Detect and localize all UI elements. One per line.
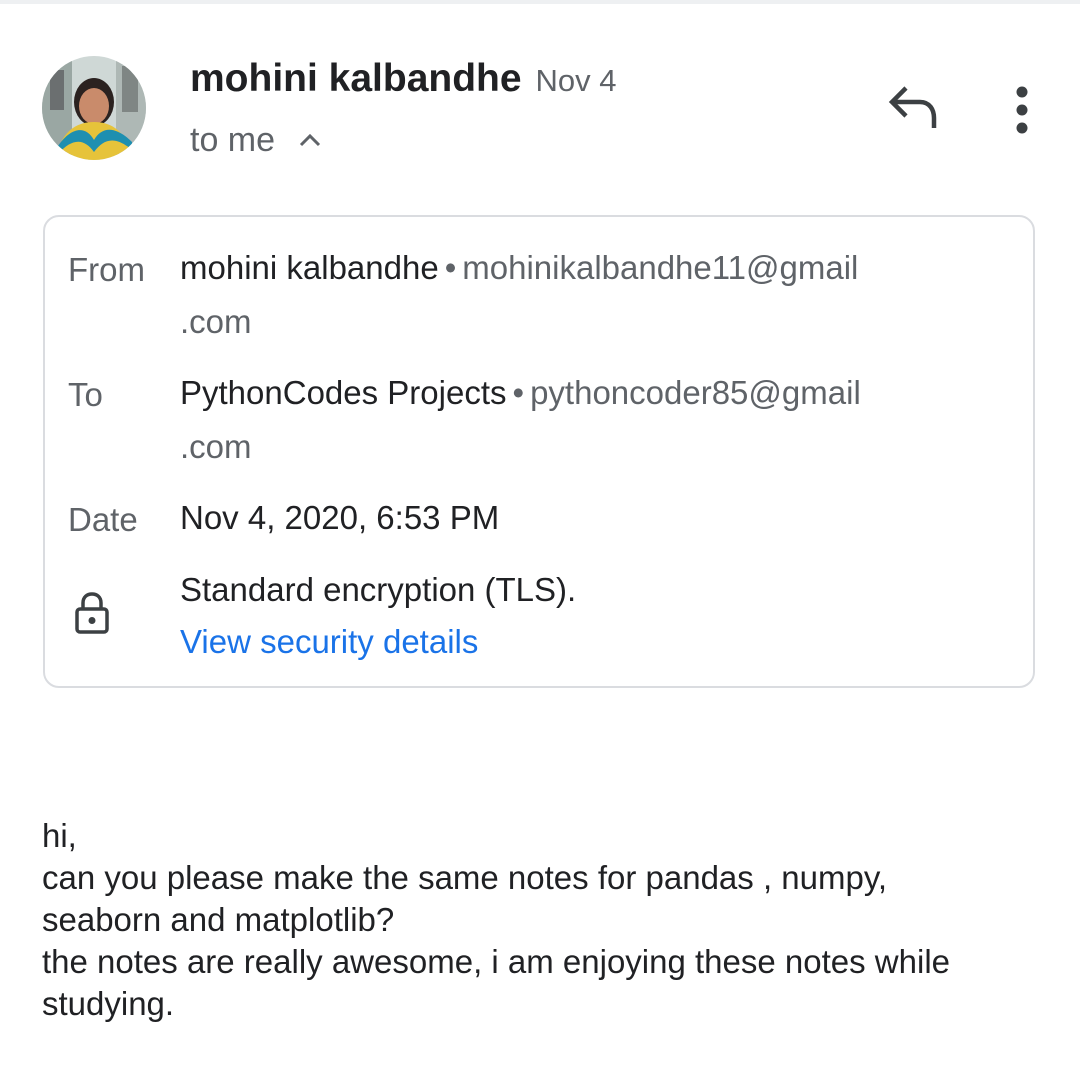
more-options-button[interactable] [1000, 82, 1044, 138]
sender-name: mohini kalbandhe [190, 57, 522, 100]
to-name: PythonCodes Projects [180, 374, 507, 411]
message-body: hi, can you please make the same notes f… [42, 815, 1042, 1025]
to-email[interactable]: pythoncoder85@gmail [530, 374, 861, 411]
top-divider [0, 0, 1080, 4]
received-date: Nov 4 [535, 63, 617, 98]
to-label: To [68, 376, 103, 413]
recipient-toggle[interactable]: to me [190, 118, 323, 162]
sender-header: mohini kalbandhe Nov 4 [190, 56, 617, 104]
view-security-details-link[interactable]: View security details [180, 620, 478, 664]
body-line: seaborn and matplotlib? [42, 901, 395, 938]
separator-dot: • [512, 374, 525, 411]
to-email-suffix[interactable]: .com [180, 428, 252, 465]
date-value: Nov 4, 2020, 6:53 PM [180, 499, 500, 536]
from-label: From [68, 251, 145, 288]
to-email-continued: .com [180, 420, 252, 474]
more-vert-icon [1016, 86, 1028, 134]
body-line: can you please make the same notes for p… [42, 859, 888, 896]
recipient-summary: to me [190, 121, 276, 159]
lock-icon [75, 592, 109, 634]
chevron-up-icon [299, 133, 321, 147]
from-line: mohini kalbandhe • mohinikalbandhe11@gmail [180, 241, 858, 295]
body-line: hi, [42, 817, 77, 854]
to-line: PythonCodes Projects • pythoncoder85@gmail [180, 366, 861, 420]
date-label: Date [68, 501, 138, 538]
body-line: studying. [42, 985, 175, 1022]
encryption-text: Standard encryption (TLS). [180, 571, 577, 608]
separator-dot: • [444, 249, 457, 286]
from-email-continued: .com [180, 295, 252, 349]
from-name: mohini kalbandhe [180, 249, 439, 286]
sender-avatar[interactable] [42, 56, 146, 160]
from-email-suffix[interactable]: .com [180, 303, 252, 340]
reply-icon [888, 86, 937, 128]
from-email[interactable]: mohinikalbandhe11@gmail [462, 249, 858, 286]
reply-button[interactable] [884, 82, 944, 134]
body-line: the notes are really awesome, i am enjoy… [42, 943, 950, 980]
